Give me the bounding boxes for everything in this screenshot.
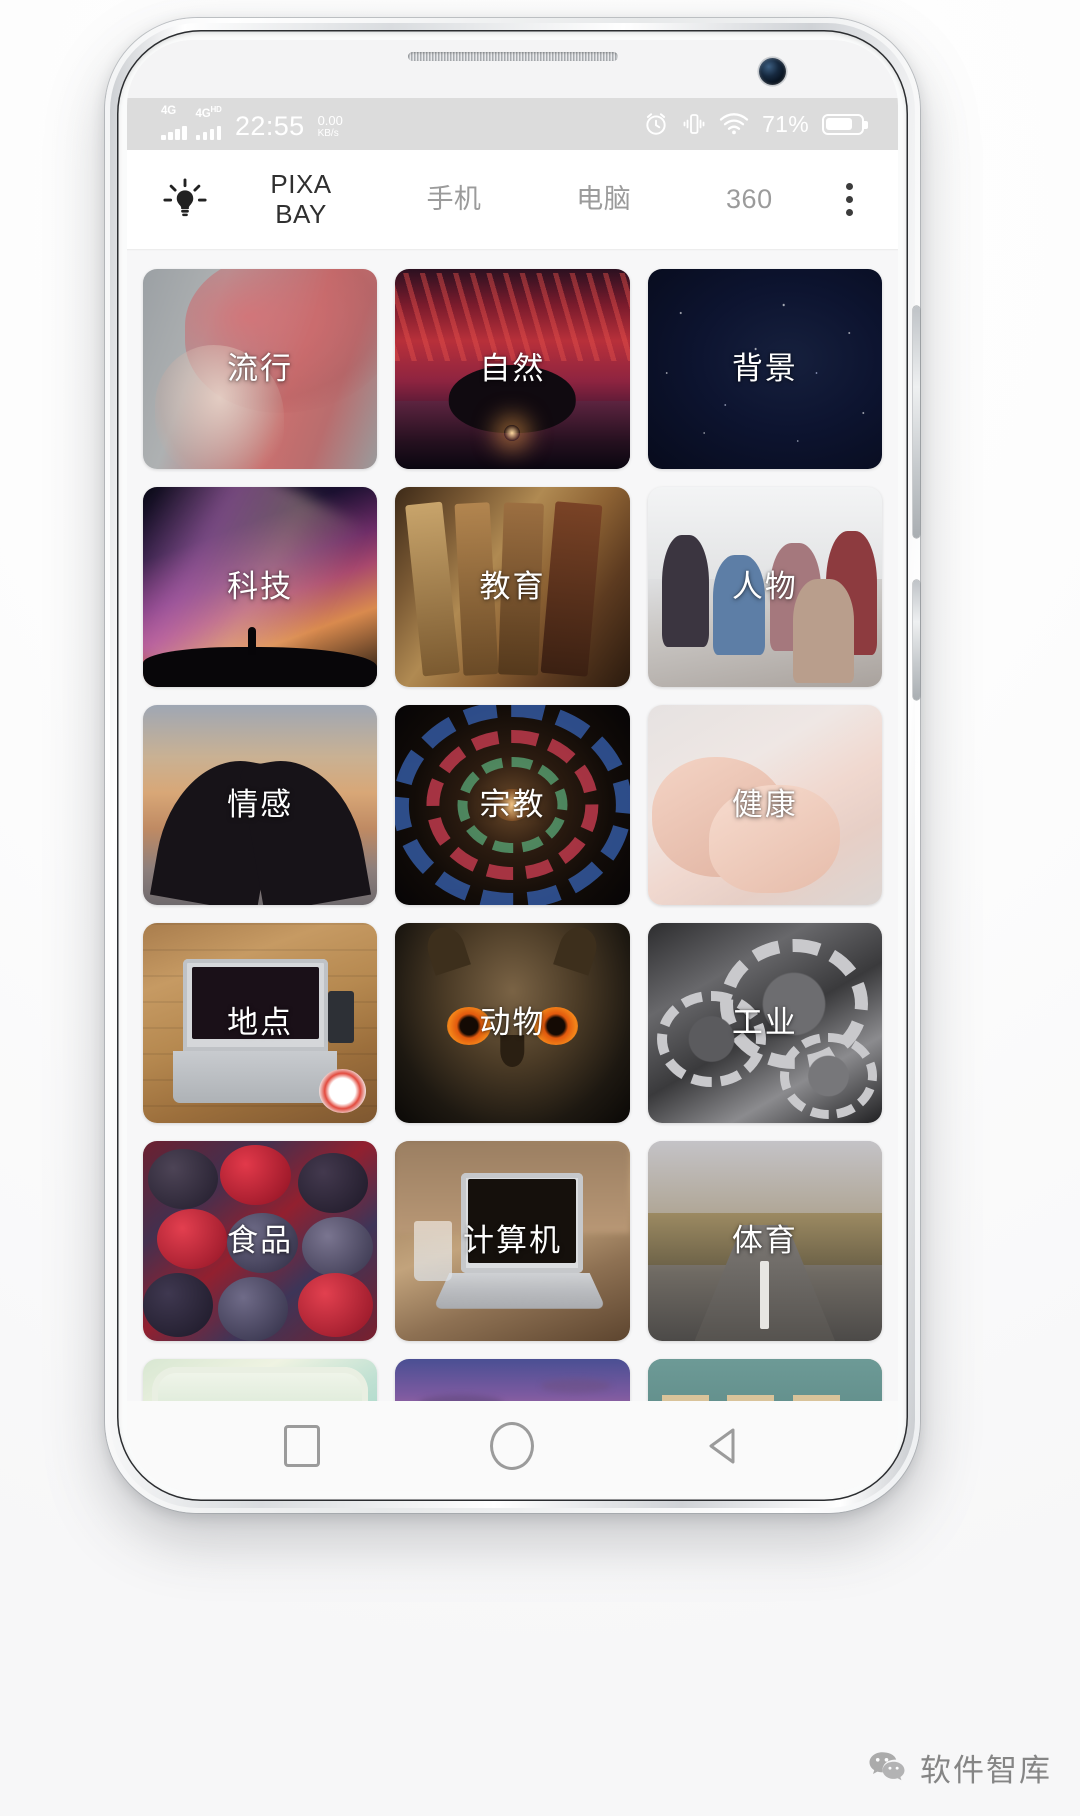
network-type-label-sim2: 4GHD xyxy=(195,104,222,120)
category-tile-technology[interactable]: 科技 xyxy=(143,487,378,687)
category-label: 宗教 xyxy=(479,786,546,822)
earpiece-speaker-icon xyxy=(407,52,618,61)
battery-percentage-label: 71% xyxy=(762,110,809,137)
triangle-back-icon xyxy=(709,1428,735,1464)
category-thumbnail xyxy=(647,1359,882,1401)
category-tile-architecture[interactable]: 建筑 xyxy=(647,1359,882,1401)
more-vertical-icon[interactable] xyxy=(826,168,872,232)
tab-computer[interactable]: 电脑 xyxy=(576,184,631,214)
category-tile-travel[interactable]: 旅游 xyxy=(395,1359,630,1401)
category-tile-industry[interactable]: 工业 xyxy=(647,923,882,1123)
category-label: 计算机 xyxy=(462,1222,562,1258)
category-tile-background[interactable]: 背景 xyxy=(647,269,882,469)
category-thumbnail xyxy=(143,1359,378,1401)
power-button[interactable] xyxy=(913,580,920,700)
category-tile-food[interactable]: 食品 xyxy=(143,1141,378,1341)
lightbulb-icon xyxy=(163,177,207,216)
category-tile-religion[interactable]: 宗教 xyxy=(395,705,630,905)
category-grid: 流行 自然 背景科技 教育 人物情感 宗教 健康地点 动物 工业食品 计算机 体育交通运输旅游建筑 xyxy=(127,251,898,1401)
category-thumbnail xyxy=(395,1359,630,1401)
category-label: 背景 xyxy=(731,350,798,386)
category-tile-transport[interactable]: 交通运输 xyxy=(143,1359,378,1401)
category-label: 工业 xyxy=(731,1004,798,1040)
category-tile-emotion[interactable]: 情感 xyxy=(143,705,378,905)
front-camera-icon xyxy=(759,58,786,85)
status-bar-clock: 22:55 xyxy=(235,110,305,141)
signal-strength-icon-sim2: 4GHD xyxy=(195,104,222,140)
square-recents-icon xyxy=(284,1425,321,1467)
category-label: 流行 xyxy=(227,350,294,386)
category-label: 情感 xyxy=(227,786,294,822)
network-speed-indicator: 0.00 KB/s xyxy=(318,114,343,139)
category-label: 动物 xyxy=(479,1004,546,1040)
alarm-clock-icon xyxy=(646,113,666,135)
network-type-label-sim1: 4G xyxy=(161,104,176,117)
status-bar-right: 71% xyxy=(643,110,868,137)
wechat-icon xyxy=(869,1751,905,1780)
watermark-text: 软件智库 xyxy=(920,1753,1052,1788)
screen-top-bezel xyxy=(127,40,898,98)
battery-icon xyxy=(822,113,868,135)
vibrate-icon xyxy=(683,114,705,134)
wifi-icon xyxy=(719,113,749,135)
category-tile-animals[interactable]: 动物 xyxy=(395,923,630,1123)
network-speed-unit: KB/s xyxy=(317,127,339,139)
category-label: 地点 xyxy=(227,1004,294,1040)
category-tile-fashion[interactable]: 流行 xyxy=(143,269,378,469)
category-tile-health[interactable]: 健康 xyxy=(647,705,882,905)
network-speed-value: 0.00 xyxy=(317,112,343,128)
category-tile-education[interactable]: 教育 xyxy=(395,487,630,687)
category-label: 自然 xyxy=(479,350,546,386)
status-bar-left: 4G 4GHD 22:55 0.00 KB/s xyxy=(161,104,343,141)
app-top-bar: PIXA BAY 手机 电脑 360 xyxy=(127,150,898,250)
tab-phone[interactable]: 手机 xyxy=(426,184,481,214)
circle-home-icon xyxy=(490,1422,535,1470)
category-tile-places[interactable]: 地点 xyxy=(143,923,378,1123)
category-label: 教育 xyxy=(479,568,546,604)
phone-screen: 4G 4GHD 22:55 0.00 KB/s 71% PIXA BAY 手机 … xyxy=(127,40,898,1491)
app-tabs: PIXA BAY 手机 电脑 360 xyxy=(217,170,826,228)
category-tile-nature[interactable]: 自然 xyxy=(395,269,630,469)
tab-pixabay[interactable]: PIXA BAY xyxy=(270,170,331,228)
lightbulb-button[interactable] xyxy=(153,168,217,232)
home-button[interactable] xyxy=(475,1409,549,1483)
category-tile-people[interactable]: 人物 xyxy=(647,487,882,687)
recents-button[interactable] xyxy=(265,1409,339,1483)
category-label: 体育 xyxy=(731,1222,798,1258)
category-label: 科技 xyxy=(227,568,294,604)
category-label: 食品 xyxy=(227,1222,294,1258)
watermark: 软件智库 xyxy=(866,1745,1052,1790)
category-label: 人物 xyxy=(731,568,798,604)
signal-strength-icon-sim1: 4G xyxy=(161,104,187,140)
category-label: 健康 xyxy=(731,786,798,822)
volume-rocker-button[interactable] xyxy=(913,306,920,538)
category-tile-computer[interactable]: 计算机 xyxy=(395,1141,630,1341)
category-grid-scroll-area[interactable]: 流行 自然 背景科技 教育 人物情感 宗教 健康地点 动物 工业食品 计算机 体育交通运输旅游建筑 xyxy=(127,251,898,1401)
back-button[interactable] xyxy=(686,1409,760,1483)
status-bar: 4G 4GHD 22:55 0.00 KB/s 71% xyxy=(127,98,898,150)
tab-360[interactable]: 360 xyxy=(726,184,773,214)
category-tile-sports[interactable]: 体育 xyxy=(647,1141,882,1341)
android-navigation-bar xyxy=(127,1401,898,1491)
